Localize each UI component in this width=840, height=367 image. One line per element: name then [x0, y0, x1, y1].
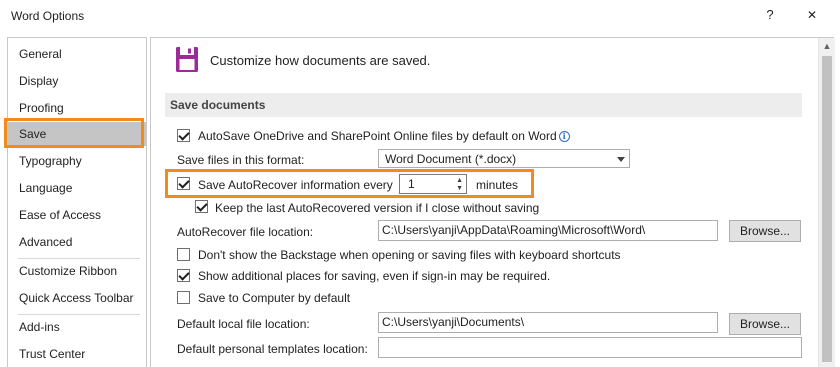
close-button[interactable]: ✕: [801, 5, 823, 25]
info-icon[interactable]: i: [558, 131, 570, 142]
backstage-label: Don't show the Backstage when opening or…: [198, 248, 621, 262]
save-to-computer-checkbox[interactable]: [177, 291, 190, 304]
chevron-down-icon: [617, 157, 625, 162]
sidebar-item-quick-access-toolbar[interactable]: Quick Access Toolbar: [8, 286, 146, 310]
title-bar: Word Options ? ✕: [0, 0, 840, 32]
scroll-up-arrow-icon[interactable]: ▲: [819, 38, 835, 54]
sidebar-item-trust-center[interactable]: Trust Center: [8, 342, 146, 366]
browse-autorecover-button[interactable]: Browse...: [729, 220, 801, 242]
page-title: Customize how documents are saved.: [210, 53, 431, 68]
additional-places-label: Show additional places for saving, even …: [198, 269, 551, 283]
sidebar-item-typography[interactable]: Typography: [8, 149, 146, 173]
section-header: Save documents: [165, 93, 802, 117]
autosave-checkbox[interactable]: [177, 129, 190, 142]
sidebar: General Display Proofing Save Typography…: [7, 37, 147, 367]
window-title: Word Options: [11, 9, 85, 23]
autorecover-location-field[interactable]: C:\Users\yanji\AppData\Roaming\Microsoft…: [378, 220, 718, 241]
help-button[interactable]: ?: [760, 5, 780, 25]
autorecover-location-label: AutoRecover file location:: [177, 225, 314, 239]
sidebar-item-add-ins[interactable]: Add-ins: [8, 315, 146, 339]
keep-last-label: Keep the last AutoRecovered version if I…: [215, 201, 540, 215]
section-title: Save documents: [170, 98, 266, 112]
default-templates-label: Default personal templates location:: [177, 342, 368, 356]
sidebar-item-language[interactable]: Language: [8, 176, 146, 200]
highlight-save: [4, 118, 144, 148]
save-to-computer-label: Save to Computer by default: [198, 291, 351, 305]
autosave-label: AutoSave OneDrive and SharePoint Online …: [198, 129, 557, 143]
highlight-autorecover: [165, 169, 534, 198]
browse-default-local-button[interactable]: Browse...: [729, 313, 801, 335]
sidebar-item-display[interactable]: Display: [8, 69, 146, 93]
sidebar-item-general[interactable]: General: [8, 42, 146, 66]
sidebar-item-proofing[interactable]: Proofing: [8, 96, 146, 120]
save-format-label: Save files in this format:: [177, 153, 305, 167]
vertical-scrollbar[interactable]: ▲: [818, 38, 835, 367]
keep-last-checkbox[interactable]: [195, 200, 208, 213]
additional-places-checkbox[interactable]: [177, 269, 190, 282]
save-disk-icon: [175, 46, 199, 73]
save-format-dropdown[interactable]: Word Document (*.docx): [378, 149, 630, 168]
default-templates-field[interactable]: [378, 337, 802, 358]
sidebar-item-ease-of-access[interactable]: Ease of Access: [8, 203, 146, 227]
save-format-value: Word Document (*.docx): [385, 152, 517, 166]
default-local-field[interactable]: C:\Users\yanji\Documents\: [378, 312, 718, 333]
scroll-thumb[interactable]: [822, 56, 832, 362]
autosave-row: AutoSave OneDrive and SharePoint Online …: [198, 129, 570, 143]
backstage-checkbox[interactable]: [177, 248, 190, 261]
sidebar-item-customize-ribbon[interactable]: Customize Ribbon: [8, 259, 146, 283]
default-local-label: Default local file location:: [177, 317, 310, 331]
sidebar-item-advanced[interactable]: Advanced: [8, 230, 146, 254]
